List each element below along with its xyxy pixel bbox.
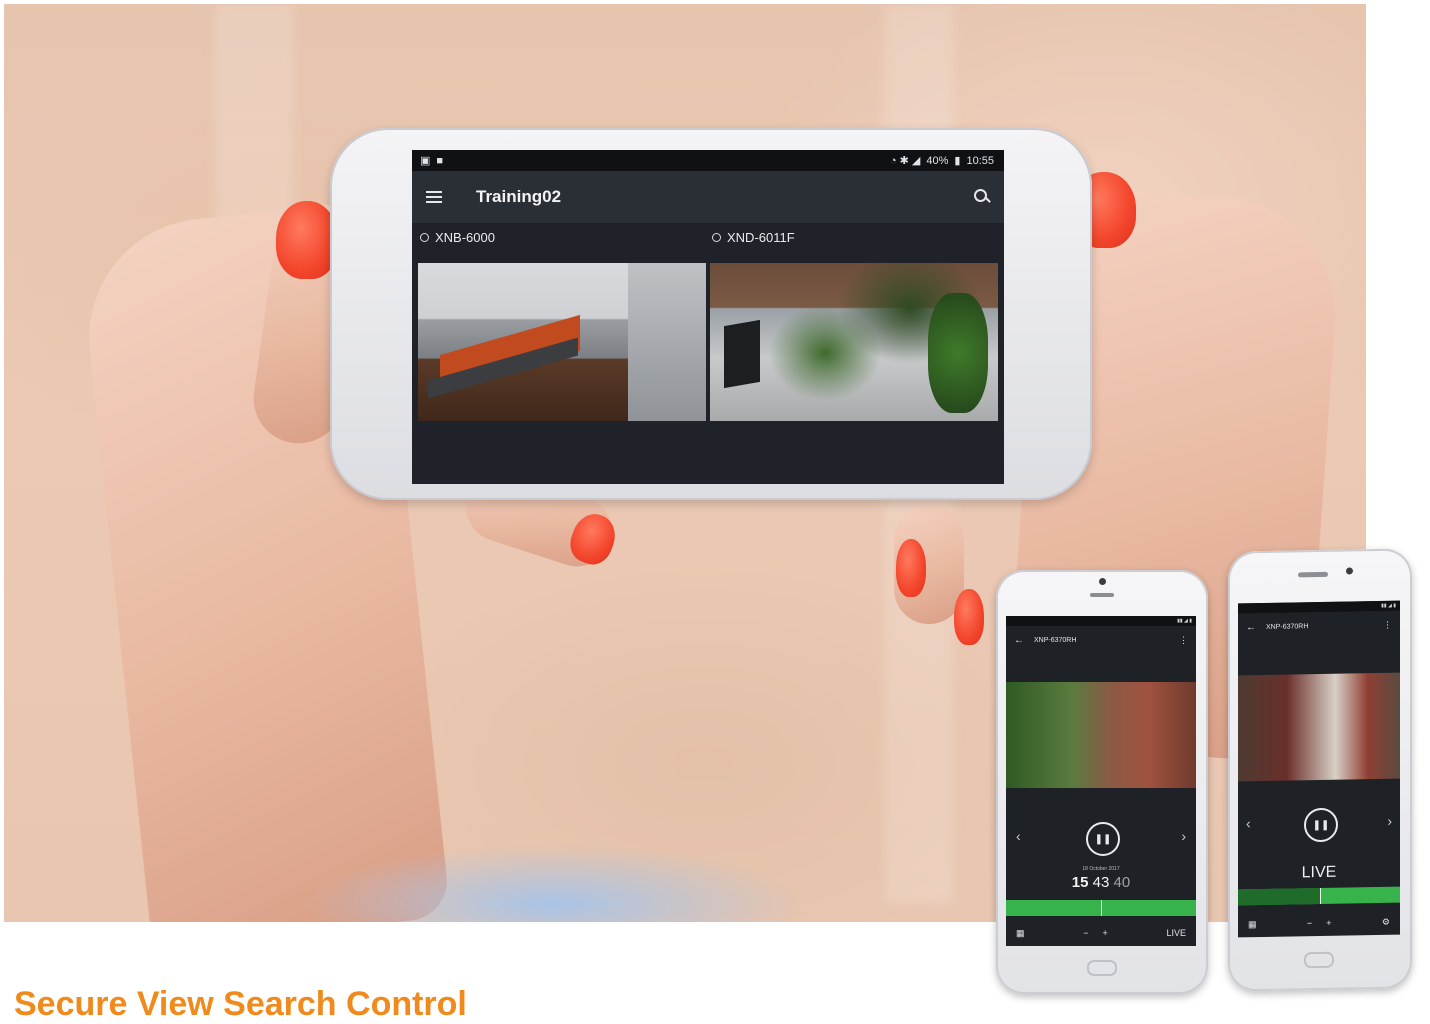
- back-arrow-icon[interactable]: ←: [1014, 635, 1024, 646]
- signal-icon: ◔ ✱ ◢: [889, 155, 921, 167]
- earpiece: [1090, 593, 1114, 597]
- camera-name: XNB-6000: [435, 229, 495, 245]
- battery-level: 40%: [926, 154, 949, 167]
- settings-icon[interactable]: ⚙: [1382, 916, 1390, 927]
- camera-label: XNB-6000: [418, 225, 706, 249]
- earpiece: [1298, 571, 1328, 578]
- zoom-out-button[interactable]: −: [1307, 918, 1312, 928]
- playback-feed[interactable]: [1006, 682, 1196, 788]
- timeline-recorded: [1238, 888, 1320, 906]
- home-button: [1087, 960, 1117, 976]
- back-arrow-icon[interactable]: ←: [1246, 622, 1256, 633]
- app-bar: Training02: [412, 171, 1004, 223]
- time-hours: 15: [1071, 874, 1089, 891]
- shirt-blur: [304, 844, 804, 922]
- more-icon[interactable]: ⋮: [1179, 635, 1188, 646]
- image-icon: ▣: [420, 155, 431, 167]
- playback-phone: ▮▮ ◢ ▮ ← XNP-6370RH ⋮ ‹ ❚❚ › 18 October …: [996, 570, 1208, 994]
- front-camera: [1099, 578, 1106, 585]
- main-phone-screen: ▣ ■ ◔ ✱ ◢ 40% ▮ 10:55 Training02 XNB-600…: [412, 150, 1004, 484]
- live-feed[interactable]: [1238, 672, 1400, 782]
- mini-bottom-bar: ▦ − + LIVE: [1006, 920, 1196, 946]
- zoom-in-button[interactable]: +: [1326, 918, 1331, 928]
- menu-icon[interactable]: [426, 191, 442, 203]
- time-minutes: 43: [1092, 874, 1110, 891]
- app-title: Training02: [476, 187, 562, 206]
- calendar-icon[interactable]: ▦: [1016, 928, 1025, 939]
- right-finger-nail-2: [954, 589, 984, 645]
- timeline-bar[interactable]: [1006, 900, 1196, 916]
- mini-status-bar: ▮▮ ◢ ▮: [1006, 616, 1196, 626]
- mini-title: XNP-6370RH: [1266, 622, 1309, 631]
- time-seconds: 40: [1113, 874, 1131, 891]
- clock: 10:55: [966, 154, 994, 167]
- calendar-icon[interactable]: ▦: [1248, 919, 1257, 930]
- search-icon[interactable]: [974, 189, 990, 205]
- chevron-left-icon[interactable]: ‹: [1246, 815, 1251, 831]
- camera-grid: XNB-6000 XND-6011F: [412, 225, 1004, 421]
- playback-screen: ▮▮ ◢ ▮ ← XNP-6370RH ⋮ ‹ ❚❚ › 18 October …: [1006, 616, 1196, 946]
- live-label: LIVE: [1301, 863, 1337, 882]
- chevron-right-icon[interactable]: ›: [1387, 813, 1392, 829]
- zoom-in-button[interactable]: +: [1103, 928, 1108, 938]
- right-finger-nail: [896, 539, 926, 597]
- feed-tree: [928, 293, 988, 413]
- more-icon[interactable]: ⋮: [1383, 619, 1392, 630]
- status-circle-icon: [712, 232, 721, 242]
- mini-bottom-bar: ▦ − + ⚙: [1238, 909, 1400, 938]
- camera-label: XND-6011F: [710, 225, 998, 249]
- zoom-controls: − +: [1307, 918, 1332, 928]
- status-bar: ▣ ■ ◔ ✱ ◢ 40% ▮ 10:55: [412, 150, 1004, 171]
- zoom-out-button[interactable]: −: [1083, 928, 1088, 938]
- pause-icon[interactable]: ❚❚: [1304, 807, 1338, 843]
- home-button: [1304, 951, 1334, 969]
- page-heading: Secure View Search Control: [14, 985, 467, 1023]
- camera-tile[interactable]: XNB-6000: [418, 225, 706, 421]
- camera-feed-yard[interactable]: [710, 263, 998, 421]
- timeline-cursor[interactable]: [1101, 900, 1102, 916]
- timeline-bar[interactable]: [1238, 886, 1400, 906]
- camera-feed-kitchen[interactable]: [418, 263, 706, 421]
- live-phone: ▮▮ ◢ ▮ ← XNP-6370RH ⋮ ‹ ❚❚ › LIVE ▦ − + …: [1228, 548, 1412, 992]
- chevron-right-icon[interactable]: ›: [1181, 828, 1186, 844]
- playback-date: 18 October 2017: [1082, 866, 1120, 872]
- feed-ac-unit: [724, 319, 760, 389]
- live-button[interactable]: LIVE: [1166, 928, 1186, 938]
- status-circle-icon: [420, 232, 429, 242]
- camera-name: XND-6011F: [727, 229, 795, 245]
- timeline-cursor[interactable]: [1320, 887, 1321, 904]
- live-screen: ▮▮ ◢ ▮ ← XNP-6370RH ⋮ ‹ ❚❚ › LIVE ▦ − + …: [1238, 600, 1400, 938]
- playback-time: 15 43 40: [1006, 874, 1196, 891]
- mini-title: XNP-6370RH: [1034, 636, 1077, 644]
- feed-door: [628, 263, 706, 421]
- video-icon: ■: [436, 154, 444, 167]
- camera-tile[interactable]: XND-6011F: [710, 225, 998, 421]
- pause-icon[interactable]: ❚❚: [1086, 822, 1120, 856]
- left-thumb-nail: [276, 201, 338, 279]
- front-camera: [1346, 567, 1353, 575]
- chevron-left-icon[interactable]: ‹: [1016, 828, 1021, 844]
- battery-icon: ▮: [954, 155, 961, 167]
- zoom-controls: − +: [1083, 928, 1108, 938]
- mini-app-bar: ← XNP-6370RH ⋮: [1006, 626, 1196, 654]
- mini-app-bar: ← XNP-6370RH ⋮: [1238, 611, 1400, 642]
